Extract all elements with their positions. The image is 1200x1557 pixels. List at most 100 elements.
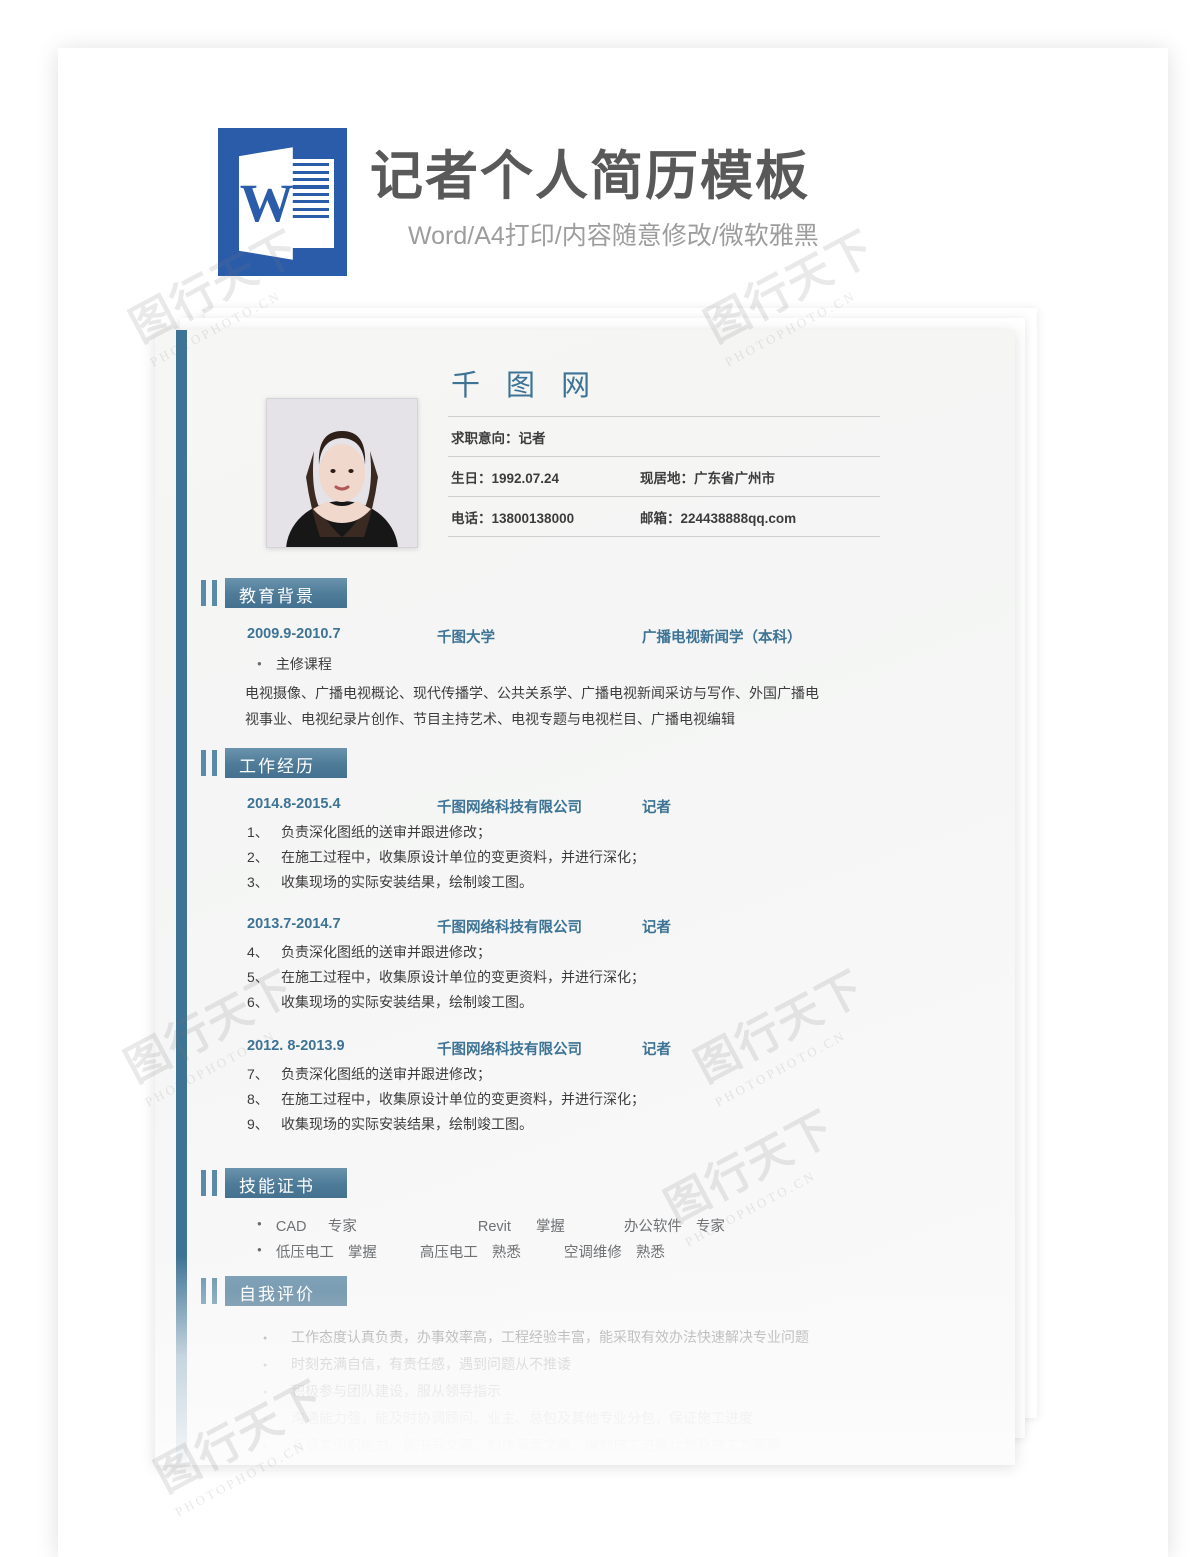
duty-number: 3、 — [247, 874, 269, 890]
duty-text: 在施工过程中，收集原设计单位的变更资料，并进行深化； — [281, 1091, 645, 1107]
duty-text: 收集现场的实际安装结果，绘制竣工图。 — [281, 1116, 533, 1132]
job-company: 千图网络科技有限公司 — [437, 920, 582, 936]
section-title-self-evaluation: 自我评价 — [225, 1276, 347, 1306]
job-duty: 4、 负责深化图纸的送审并跟进修改； — [247, 940, 947, 965]
page-subtitle: Word/A4打印/内容随意修改/微软雅黑 — [408, 222, 819, 250]
skills-body: CAD 专家 Revit 掌握 办公软件 专家 低压电工 掌握 高压电工 熟悉 … — [247, 1214, 947, 1266]
duty-number: 9、 — [247, 1116, 269, 1132]
section-marker-bars — [201, 578, 225, 608]
duty-text: 负责深化图纸的送审并跟进修改； — [281, 1066, 491, 1082]
skill-name: CAD — [275, 1219, 307, 1235]
word-icon: W — [218, 128, 347, 276]
skill-level: 专家 — [695, 1219, 725, 1235]
divider — [448, 536, 880, 537]
skill-name: 低压电工 — [275, 1245, 334, 1261]
evaluation-item: 有语言组织能力，能书写文案、制作演示文稿、编制施工进度计划及施工方案等 — [247, 1432, 967, 1460]
duty-text: 负责深化图纸的送审并跟进修改； — [281, 944, 491, 960]
job-duty: 1、 负责深化图纸的送审并跟进修改； — [247, 820, 947, 845]
duty-number: 4、 — [247, 944, 269, 960]
duty-text: 在施工过程中，收集原设计单位的变更资料，并进行深化； — [281, 969, 645, 985]
section-title-skills: 技能证书 — [225, 1168, 347, 1198]
education-major: 广播电视新闻学（本科） — [642, 630, 802, 646]
phone-value: 电话：13800138000 — [451, 511, 575, 526]
job-duty: 2、 在施工过程中，收集原设计单位的变更资料，并进行深化； — [247, 845, 947, 870]
email-value: 邮箱：224438888qq.com — [640, 511, 797, 526]
skill-level: 掌握 — [535, 1219, 565, 1235]
page-title: 记者个人简历模板 — [370, 147, 810, 206]
job-date: 2012. 8-2013.9 — [247, 1038, 345, 1054]
duty-number: 5、 — [247, 969, 269, 985]
section-marker-bars — [201, 748, 225, 778]
candidate-name: 千 图 网 — [451, 370, 600, 402]
duty-text: 收集现场的实际安装结果，绘制竣工图。 — [281, 994, 533, 1010]
duty-text: 收集现场的实际安装结果，绘制竣工图。 — [281, 874, 533, 890]
skill-level: 专家 — [327, 1219, 357, 1235]
evaluation-item: 积极参与团队建设，服从领导指示 — [247, 1378, 967, 1406]
job-entry: 2013.7-2014.7 千图网络科技有限公司 记者 4、 负责深化图纸的送审并… — [247, 916, 947, 1015]
resume-page: 千 图 网 求职意向：记者 生日：1992.07.24 现居地：广东省广州市 电… — [155, 330, 1015, 1465]
section-header-education: 教育背景 — [201, 578, 347, 608]
avatar — [266, 398, 418, 548]
job-company: 千图网络科技有限公司 — [437, 800, 582, 816]
education-date: 2009.9-2010.7 — [247, 626, 341, 642]
section-title-experience: 工作经历 — [225, 748, 347, 778]
section-marker-bars — [201, 1168, 225, 1198]
duty-number: 6、 — [247, 994, 269, 1010]
evaluation-item: 沟通能力强，能及时协调顾问、业主、总包及其他专业分包，保证施工进度 — [247, 1405, 967, 1433]
job-heading: 2012. 8-2013.9 千图网络科技有限公司 记者 — [247, 1038, 947, 1059]
self-evaluation-body: 工作态度认真负责，办事效率高，工程经验丰富，能采取有效办法快速解决专业问题 时刻… — [247, 1324, 967, 1460]
section-header-skills: 技能证书 — [201, 1168, 347, 1198]
job-role: 记者 — [642, 1042, 671, 1058]
skill-row: CAD 专家 Revit 掌握 办公软件 专家 — [257, 1214, 947, 1240]
duty-number: 8、 — [247, 1091, 269, 1107]
evaluation-item: 时刻充满自信，有责任感，遇到问题从不推诿 — [247, 1351, 967, 1379]
document-header: W 记者个人简历模板 Word/A4打印/内容随意修改/微软雅黑 — [218, 128, 978, 280]
info-row: 电话：13800138000 邮箱：224438888qq.com — [448, 497, 880, 536]
job-duty: 7、 负责深化图纸的送审并跟进修改； — [247, 1062, 947, 1087]
objective-value: 求职意向：记者 — [451, 431, 546, 446]
duty-text: 负责深化图纸的送审并跟进修改； — [281, 824, 491, 840]
section-header-experience: 工作经历 — [201, 748, 347, 778]
duty-number: 1、 — [247, 824, 269, 840]
info-row: 生日：1992.07.24 现居地：广东省广州市 — [448, 457, 880, 496]
courses-line: 电视摄像、广播电视概论、现代传播学、公共关系学、广播电视新闻采访与写作、外国广播… — [245, 685, 819, 701]
job-date: 2013.7-2014.7 — [247, 916, 341, 932]
job-duty: 9、 收集现场的实际安装结果，绘制竣工图。 — [247, 1112, 947, 1137]
skill-level: 熟悉 — [491, 1245, 521, 1261]
duty-number: 2、 — [247, 849, 269, 865]
courses-label: 主修课程 — [257, 651, 947, 680]
job-duty: 5、 在施工过程中，收集原设计单位的变更资料，并进行深化； — [247, 965, 947, 990]
education-school: 千图大学 — [437, 630, 495, 646]
job-role: 记者 — [642, 920, 671, 936]
evaluation-item: 工作态度认真负责，办事效率高，工程经验丰富，能采取有效办法快速解决专业问题 — [247, 1324, 967, 1352]
objective-row: 求职意向：记者 — [448, 417, 880, 456]
job-duty: 8、 在施工过程中，收集原设计单位的变更资料，并进行深化； — [247, 1087, 947, 1112]
job-date: 2014.8-2015.4 — [247, 796, 341, 812]
skill-level: 掌握 — [347, 1245, 377, 1261]
section-marker-bars — [201, 1276, 225, 1306]
skill-row: 低压电工 掌握 高压电工 熟悉 空调维修 熟悉 — [257, 1240, 947, 1266]
job-heading: 2013.7-2014.7 千图网络科技有限公司 记者 — [247, 916, 947, 937]
section-header-self-evaluation: 自我评价 — [201, 1276, 347, 1306]
skill-level: 熟悉 — [635, 1245, 665, 1261]
job-duty: 3、 收集现场的实际安装结果，绘制竣工图。 — [247, 870, 947, 895]
left-accent-bar — [176, 330, 187, 1465]
job-duty: 6、 收集现场的实际安装结果，绘制竣工图。 — [247, 990, 947, 1015]
job-company: 千图网络科技有限公司 — [437, 1042, 582, 1058]
courses-line: 视事业、电视纪录片创作、节目主持艺术、电视专题与电视栏目、广播电视编辑 — [245, 711, 735, 727]
identity-block: 千 图 网 求职意向：记者 生日：1992.07.24 现居地：广东省广州市 电… — [448, 358, 880, 537]
job-heading: 2014.8-2015.4 千图网络科技有限公司 记者 — [247, 796, 947, 817]
duty-number: 7、 — [247, 1066, 269, 1082]
location-value: 现居地：广东省广州市 — [640, 471, 775, 486]
job-entry: 2012. 8-2013.9 千图网络科技有限公司 记者 7、 负责深化图纸的送审… — [247, 1038, 947, 1137]
section-title-education: 教育背景 — [225, 578, 347, 608]
skill-name: 空调维修 — [563, 1245, 622, 1261]
birthday-value: 生日：1992.07.24 — [451, 471, 560, 486]
skill-name: 办公软件 — [623, 1219, 682, 1235]
word-icon-letter: W — [239, 173, 294, 234]
education-entry: 2009.9-2010.7 千图大学 广播电视新闻学（本科） — [247, 626, 947, 647]
job-entry: 2014.8-2015.4 千图网络科技有限公司 记者 1、 负责深化图纸的送审并… — [247, 796, 947, 895]
education-body: 2009.9-2010.7 千图大学 广播电视新闻学（本科） 主修课程 电视摄像… — [245, 626, 947, 732]
skill-name: Revit — [477, 1219, 511, 1235]
duty-text: 在施工过程中，收集原设计单位的变更资料，并进行深化； — [281, 849, 645, 865]
